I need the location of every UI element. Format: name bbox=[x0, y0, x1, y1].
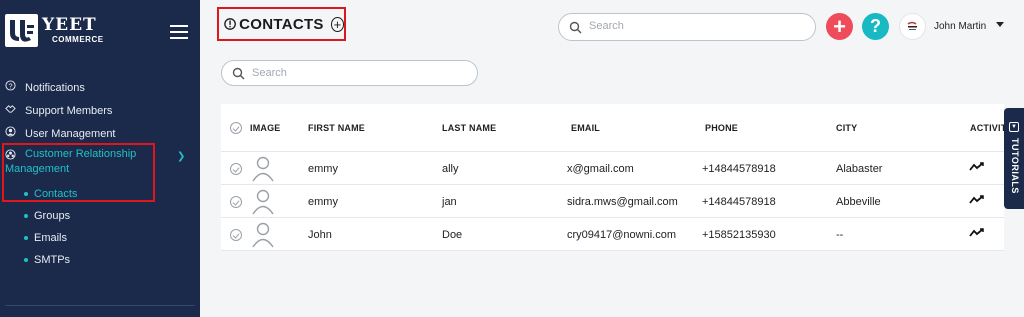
contacts-table: IMAGE FIRST NAME LAST NAME EMAIL PHONE C… bbox=[221, 104, 1004, 251]
column-header-city[interactable]: CITY bbox=[836, 123, 857, 133]
caret-down-icon[interactable] bbox=[996, 22, 1004, 27]
activity-trend-icon[interactable] bbox=[969, 162, 985, 172]
plus-icon: + bbox=[833, 13, 846, 39]
search-icon bbox=[569, 21, 582, 34]
tutorials-label: TUTORIALS bbox=[1010, 138, 1020, 194]
logo-mark-icon bbox=[5, 14, 38, 47]
page-title-box: CONTACTS + bbox=[217, 7, 346, 41]
users-icon bbox=[5, 126, 16, 137]
chevron-down-icon[interactable]: ❯ bbox=[177, 151, 185, 162]
activity-trend-icon[interactable] bbox=[969, 195, 985, 205]
user-name[interactable]: John Martin bbox=[934, 21, 986, 32]
person-placeholder-icon bbox=[252, 156, 274, 182]
question-icon: ? bbox=[870, 16, 881, 36]
column-header-phone[interactable]: PHONE bbox=[705, 123, 738, 133]
cell-last-name: Doe bbox=[442, 229, 463, 241]
person-placeholder-icon bbox=[252, 189, 274, 215]
sidebar-subitem-groups[interactable]: Groups bbox=[0, 205, 200, 227]
cell-city: Abbeville bbox=[836, 196, 881, 208]
cell-phone: +15852135930 bbox=[702, 229, 776, 241]
bullet-dot-icon bbox=[24, 214, 28, 218]
bullet-dot-icon bbox=[24, 258, 28, 262]
search-icon bbox=[232, 67, 245, 80]
cell-first-name: emmy bbox=[308, 163, 338, 175]
sidebar-item-user-management[interactable]: User Management bbox=[0, 122, 200, 145]
info-circle-icon: ? bbox=[5, 80, 16, 91]
info-icon[interactable] bbox=[224, 17, 236, 31]
sidebar-divider bbox=[5, 305, 195, 306]
table-row[interactable]: emmy jan sidra.mws@gmail.com +1484457891… bbox=[221, 185, 1004, 218]
bullet-dot-icon bbox=[24, 236, 28, 240]
sidebar-subitem-emails[interactable]: Emails bbox=[0, 227, 200, 249]
activity-trend-icon[interactable] bbox=[969, 228, 985, 238]
row-checkbox[interactable] bbox=[230, 196, 242, 208]
crm-highlight-box bbox=[2, 143, 155, 202]
sidebar-subitem-label: Emails bbox=[34, 232, 68, 244]
column-header-first-name[interactable]: FIRST NAME bbox=[308, 123, 365, 133]
cell-first-name: emmy bbox=[308, 196, 338, 208]
global-search[interactable] bbox=[558, 13, 816, 41]
cell-first-name: John bbox=[308, 229, 332, 241]
column-header-last-name[interactable]: LAST NAME bbox=[442, 123, 496, 133]
row-checkbox[interactable] bbox=[230, 163, 242, 175]
sidebar-subitem-label: SMTPs bbox=[34, 254, 71, 266]
avatar[interactable] bbox=[899, 13, 926, 40]
cell-email: cry09417@nowni.com bbox=[567, 229, 676, 241]
table-row[interactable]: emmy ally x@gmail.com +14844578918 Alaba… bbox=[221, 152, 1004, 185]
brand-subtitle: COMMERCE bbox=[52, 35, 104, 44]
sidebar-item-label: Notifications bbox=[25, 81, 85, 94]
help-button[interactable]: ? bbox=[862, 13, 889, 40]
svg-text:?: ? bbox=[8, 81, 12, 90]
sidebar-item-label: Support Members bbox=[25, 104, 113, 117]
cell-last-name: ally bbox=[442, 163, 459, 175]
add-contact-icon[interactable]: + bbox=[330, 16, 344, 32]
cell-phone: +14844578918 bbox=[702, 196, 776, 208]
handshake-icon bbox=[5, 105, 16, 113]
sidebar-item-support-members[interactable]: Support Members bbox=[0, 99, 200, 122]
column-header-email[interactable]: EMAIL bbox=[571, 123, 600, 133]
contacts-search-input[interactable] bbox=[252, 67, 452, 79]
global-search-input[interactable] bbox=[589, 20, 789, 32]
cell-email: x@gmail.com bbox=[567, 163, 634, 175]
sidebar-subitem-smtps[interactable]: SMTPs bbox=[0, 249, 200, 271]
brand-name: YEET bbox=[42, 15, 97, 35]
select-all-checkbox[interactable] bbox=[230, 122, 242, 134]
add-button[interactable]: + bbox=[826, 13, 853, 40]
table-row[interactable]: John Doe cry09417@nowni.com +15852135930… bbox=[221, 218, 1004, 251]
brand-logo[interactable]: YEET COMMERCE bbox=[5, 14, 104, 47]
tutorials-tab[interactable]: ▼ TUTORIALS bbox=[1004, 108, 1024, 209]
cell-city: Alabaster bbox=[836, 163, 883, 175]
contacts-search[interactable] bbox=[221, 60, 478, 86]
cell-city: -- bbox=[836, 229, 844, 241]
page-title: CONTACTS bbox=[239, 15, 324, 33]
row-checkbox[interactable] bbox=[230, 229, 242, 241]
sidebar-item-label: User Management bbox=[25, 127, 116, 140]
table-header: IMAGE FIRST NAME LAST NAME EMAIL PHONE C… bbox=[221, 104, 1004, 152]
menu-toggle-icon[interactable] bbox=[170, 25, 188, 39]
cell-email: sidra.mws@gmail.com bbox=[567, 196, 678, 208]
cell-phone: +14844578918 bbox=[702, 163, 776, 175]
column-header-activity: ACTIVITY bbox=[970, 123, 1004, 133]
cell-last-name: jan bbox=[442, 196, 457, 208]
tutorials-toggle-icon: ▼ bbox=[1009, 122, 1019, 132]
sidebar-subitem-label: Groups bbox=[34, 210, 71, 222]
avatar-logo-icon bbox=[907, 21, 917, 30]
sidebar-item-notifications[interactable]: ? Notifications bbox=[0, 76, 200, 99]
person-placeholder-icon bbox=[252, 222, 274, 248]
column-header-image: IMAGE bbox=[250, 123, 281, 133]
